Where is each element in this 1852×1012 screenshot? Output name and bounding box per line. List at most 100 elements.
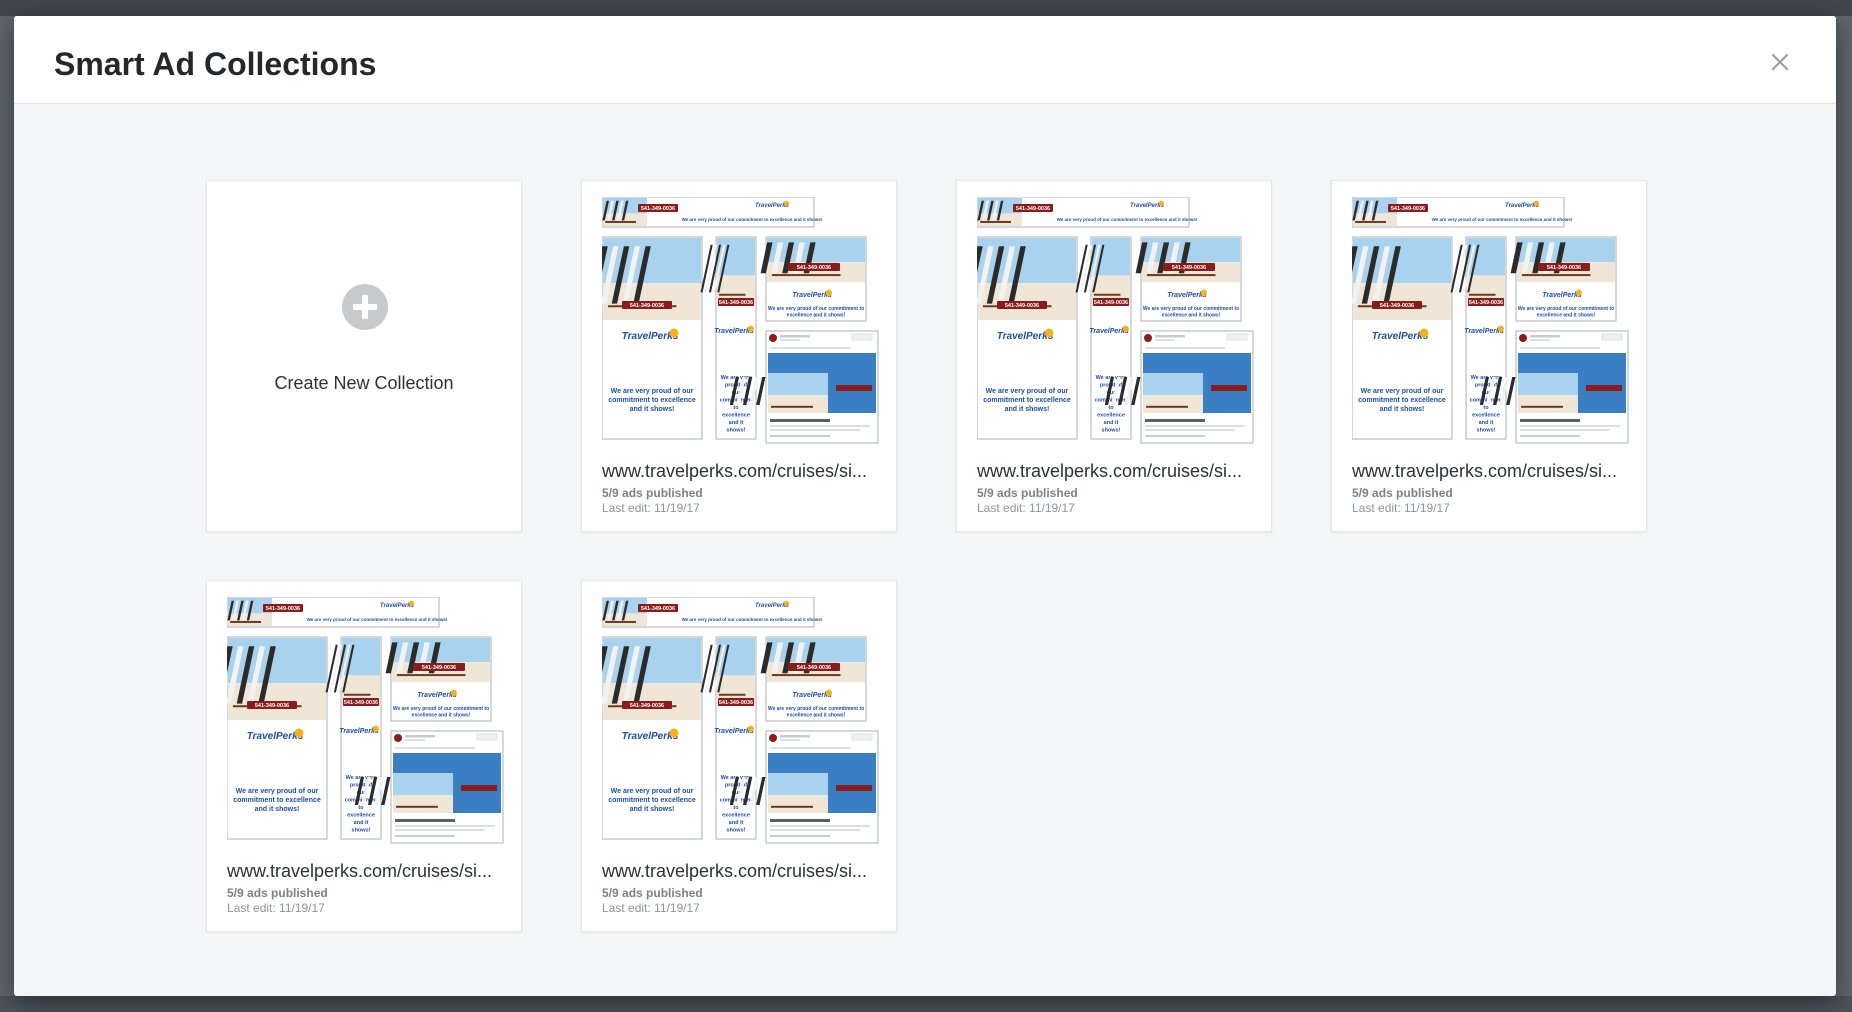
- medium-rectangle-ad: 541-349-0036TravelPerksWe are very proud…: [760, 236, 867, 322]
- create-new-collection-label: Create New Collection: [274, 373, 454, 393]
- phone-number-text: 541-349-0036: [1094, 300, 1128, 306]
- ad-tagline-text: to: [358, 805, 364, 811]
- ad-tagline-text: excellence and it shows!: [787, 713, 846, 719]
- ads-published-count: 5/9 ads published: [602, 886, 703, 900]
- phone-number-text: 541-349-0036: [422, 665, 456, 671]
- sun-icon: [669, 328, 679, 338]
- collection-url: www.travelperks.com/cruises/si...: [602, 861, 868, 881]
- phone-number-text: 541-349-0036: [1005, 303, 1039, 309]
- ad-tagline-text: excellence: [1097, 413, 1125, 419]
- phone-number-text: 541-349-0036: [719, 700, 753, 706]
- ad-tagline-text: excellence: [1472, 413, 1500, 419]
- phone-number-text: 541-349-0036: [1391, 206, 1425, 212]
- phone-number-text: 541-349-0036: [641, 206, 675, 212]
- half-page-ad: 541-349-0036TravelPerksWe are very proud…: [590, 636, 703, 840]
- last-edit-date: Last edit: 11/19/17: [977, 501, 1075, 515]
- phone-number-text: 541-349-0036: [797, 265, 831, 271]
- skyscraper-ad: 541-349-0036TravelPerksWe are veryproud …: [700, 236, 757, 440]
- ad-tagline-text: to: [733, 405, 739, 411]
- ad-tagline-text: and it: [1479, 420, 1494, 426]
- phone-number-text: 541-349-0036: [266, 606, 300, 612]
- ad-tagline-text: and it shows!: [630, 806, 675, 813]
- phone-number-text: 541-349-0036: [630, 303, 664, 309]
- ad-tagline-text: and it shows!: [1380, 406, 1425, 413]
- ad-tagline-text: excellence and it shows!: [1537, 313, 1596, 319]
- ad-tagline-text: and it: [1104, 420, 1119, 426]
- ad-tagline-text: to: [1483, 405, 1489, 411]
- phone-number-text: 541-349-0036: [641, 606, 675, 612]
- ad-tagline-text: excellence: [347, 813, 375, 819]
- ad-tagline-text: shows!: [1477, 428, 1496, 434]
- ad-tagline-text: We are very proud of our commitment to e…: [1057, 217, 1198, 222]
- leaderboard-ad: 541-349-0036 TravelPerksWe are very proud…: [226, 596, 448, 628]
- ad-tagline-text: commitment to excellence: [1358, 397, 1446, 404]
- ad-collage-image: 541-349-0036 TravelPerksWe are very proud…: [215, 596, 504, 844]
- ad-tagline-text: to: [1108, 405, 1114, 411]
- ad-tagline-text: We are very proud of our commitment to e…: [682, 617, 823, 622]
- ads-published-count: 5/9 ads published: [977, 486, 1078, 500]
- sun-icon: [1419, 328, 1429, 338]
- collection-card[interactable]: 541-349-0036 TravelPerks We are very proud…: [581, 180, 897, 532]
- half-page-ad: 541-349-0036TravelPerksWe are very proud…: [590, 236, 703, 440]
- phone-number-text: 541-349-0036: [1016, 206, 1050, 212]
- phone-number-text: 541-349-0036: [630, 703, 664, 709]
- avatar: [1519, 334, 1527, 342]
- ad-tagline-text: We are very proud of our commitment to e…: [307, 617, 448, 622]
- collection-card[interactable]: 541-349-0036 TravelPerks We are very proud…: [581, 580, 897, 932]
- sun-icon: [747, 325, 754, 332]
- sun-icon: [408, 600, 415, 607]
- collection-card[interactable]: 541-349-0036 TravelPerks We are very proud…: [1331, 180, 1647, 532]
- ads-published-count: 5/9 ads published: [227, 886, 328, 900]
- ad-tagline-text: and it: [354, 820, 369, 826]
- collection-card[interactable]: 541-349-0036 TravelPerks We are very proud…: [206, 580, 522, 932]
- sun-icon: [372, 725, 379, 732]
- avatar: [1144, 334, 1152, 342]
- modal-header: Smart Ad Collections: [14, 16, 1836, 104]
- create-new-collection-card[interactable]: Create New Collection: [206, 180, 522, 532]
- close-icon: [1771, 53, 1789, 71]
- avatar: [769, 334, 777, 342]
- phone-number-text: 541-349-0036: [1172, 265, 1206, 271]
- ad-tagline-text: We are very proud of our commitment to: [768, 706, 864, 712]
- ad-tagline-text: We are very proud of our commitment to: [1143, 306, 1239, 312]
- sun-icon: [294, 728, 304, 738]
- ad-tagline-text: and it shows!: [630, 406, 675, 413]
- phone-number-text: 541-349-0036: [719, 300, 753, 306]
- phone-number-text: 541-349-0036: [797, 665, 831, 671]
- ad-tagline-text: excellence and it shows!: [787, 313, 846, 319]
- sun-icon: [1533, 200, 1540, 207]
- ad-tagline-text: excellence: [722, 413, 750, 419]
- ad-tagline-text: We are very proud of our: [611, 388, 694, 395]
- ad-collage-image: 541-349-0036 TravelPerksWe are very proud…: [590, 196, 879, 444]
- ad-preview-thumbnail: 541-349-0036 TravelPerks We are very proud…: [965, 196, 1255, 445]
- ad-tagline-text: We are very proud of our commitment to: [1518, 306, 1614, 312]
- ad-tagline-text: We are very proud of our: [236, 788, 319, 795]
- close-button[interactable]: [1764, 46, 1796, 78]
- sun-icon: [825, 289, 832, 296]
- ad-collage-image: 541-349-0036 TravelPerksWe are very proud…: [590, 596, 879, 844]
- leaderboard-ad: 541-349-0036 TravelPerksWe are very proud…: [976, 196, 1198, 228]
- last-edit-date: Last edit: 11/19/17: [602, 901, 700, 915]
- sun-icon: [1575, 289, 1582, 296]
- ad-tagline-text: We are very proud of our commitment to e…: [682, 217, 823, 222]
- sun-icon: [1158, 200, 1165, 207]
- phone-number-text: 541-349-0036: [1547, 265, 1581, 271]
- ads-published-count: 5/9 ads published: [602, 486, 703, 500]
- ad-preview-thumbnail: 541-349-0036 TravelPerks We are very proud…: [590, 196, 880, 445]
- skyscraper-ad: 541-349-0036TravelPerksWe are veryproud …: [700, 636, 757, 840]
- ad-tagline-text: shows!: [1102, 428, 1121, 434]
- sun-icon: [825, 689, 832, 696]
- collection-url: www.travelperks.com/cruises/si...: [602, 461, 868, 481]
- ad-tagline-text: commitment to excellence: [233, 797, 321, 804]
- ad-tagline-text: We are very proud of our: [1361, 388, 1444, 395]
- ad-tagline-text: and it: [729, 820, 744, 826]
- ad-collage-image: 541-349-0036 TravelPerksWe are very proud…: [1340, 196, 1629, 444]
- sun-icon: [1122, 325, 1129, 332]
- collection-url: www.travelperks.com/cruises/si...: [227, 861, 493, 881]
- sun-icon: [783, 600, 790, 607]
- collection-card[interactable]: 541-349-0036 TravelPerks We are very proud…: [956, 180, 1272, 532]
- plus-circle-icon: [342, 284, 388, 330]
- medium-rectangle-ad: 541-349-0036TravelPerksWe are very proud…: [1510, 236, 1617, 322]
- half-page-ad: 541-349-0036TravelPerksWe are very proud…: [965, 236, 1078, 440]
- ad-tagline-text: excellence and it shows!: [412, 713, 471, 719]
